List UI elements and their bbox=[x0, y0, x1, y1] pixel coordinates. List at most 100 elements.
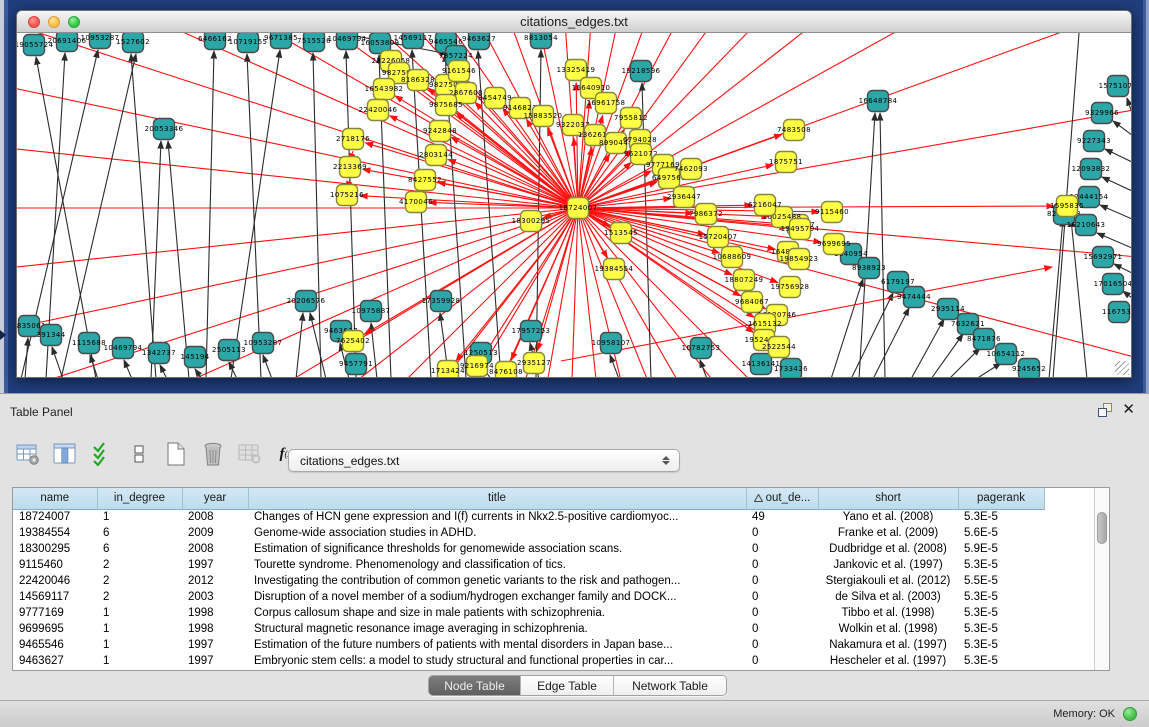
network-node-selected[interactable]: 9115460 bbox=[815, 202, 849, 223]
table-row[interactable]: 911546021997Tourette syndrome. Phenomeno… bbox=[13, 557, 1044, 573]
table-cell[interactable]: 5.3E-5 bbox=[958, 589, 1044, 605]
show-columns-icon[interactable] bbox=[51, 440, 79, 468]
network-edge[interactable] bbox=[1114, 264, 1131, 273]
network-edge[interactable] bbox=[1097, 233, 1131, 248]
table-cell[interactable]: 1997 bbox=[182, 653, 248, 669]
table-cell[interactable]: Disruption of a novel member of a sodium… bbox=[248, 589, 746, 605]
table-cell[interactable]: 22420046 bbox=[13, 573, 97, 589]
network-edge[interactable] bbox=[151, 141, 161, 377]
network-edge[interactable] bbox=[124, 360, 132, 377]
network-node[interactable]: 8813054 bbox=[524, 33, 558, 49]
table-cell[interactable]: Stergiakouli et al. (2012) bbox=[818, 573, 958, 589]
table-row[interactable]: 1938455462009Genome-wide association stu… bbox=[13, 525, 1044, 541]
network-edge[interactable] bbox=[52, 347, 63, 377]
table-row[interactable]: 2242004622012Investigating the contribut… bbox=[13, 573, 1044, 589]
table-settings-icon[interactable] bbox=[14, 440, 42, 468]
table-cell[interactable]: 1997 bbox=[182, 637, 248, 653]
table-cell[interactable]: 18724007 bbox=[13, 509, 97, 525]
network-node[interactable]: 9245652 bbox=[1012, 359, 1046, 378]
table-cell[interactable]: 9777169 bbox=[13, 605, 97, 621]
table-selector-dropdown[interactable]: citations_edges.txt bbox=[288, 449, 680, 472]
network-edge[interactable] bbox=[1049, 219, 1063, 377]
network-node[interactable]: 145194 bbox=[180, 347, 209, 368]
network-node[interactable]: 9671385 bbox=[264, 33, 298, 49]
table-cell[interactable]: 2003 bbox=[182, 589, 248, 605]
network-edge[interactable] bbox=[61, 54, 136, 377]
memory-status-indicator[interactable] bbox=[1123, 707, 1137, 721]
table-cell[interactable]: Embryonic stem cells: a model to study s… bbox=[248, 653, 746, 669]
network-node-selected[interactable]: 1075216 bbox=[330, 185, 364, 206]
table-cell[interactable]: Estimation of significance thresholds fo… bbox=[248, 541, 746, 557]
unselect-all-icon[interactable] bbox=[125, 440, 153, 468]
network-edge[interactable] bbox=[1071, 219, 1087, 377]
table-cell[interactable]: 9463627 bbox=[13, 653, 97, 669]
network-node-selected[interactable]: 2936447 bbox=[667, 187, 701, 208]
table-cell[interactable]: 5.3E-5 bbox=[958, 653, 1044, 669]
table-row[interactable]: 977716911998Corpus callosum shape and si… bbox=[13, 605, 1044, 621]
network-node[interactable]: 20053346 bbox=[145, 119, 184, 140]
network-edge[interactable] bbox=[131, 54, 156, 377]
table-cell[interactable]: 0 bbox=[746, 605, 818, 621]
table-cell[interactable]: Franke et al. (2009) bbox=[818, 525, 958, 541]
network-node[interactable]: 10953287 bbox=[81, 33, 120, 49]
table-cell[interactable]: 0 bbox=[746, 637, 818, 653]
table-cell[interactable]: 5.6E-5 bbox=[958, 525, 1044, 541]
table-cell[interactable]: 2 bbox=[97, 557, 182, 573]
new-table-icon[interactable] bbox=[162, 440, 190, 468]
network-node[interactable]: 10469794 bbox=[104, 338, 143, 359]
table-cell[interactable]: 5.3E-5 bbox=[958, 637, 1044, 653]
network-node[interactable]: 9329966 bbox=[1085, 103, 1119, 124]
table-cell[interactable]: 9465546 bbox=[13, 637, 97, 653]
table-cell[interactable]: 2012 bbox=[182, 573, 248, 589]
network-edge[interactable] bbox=[1113, 121, 1131, 135]
network-node[interactable]: 16782753 bbox=[682, 338, 721, 359]
network-node[interactable]: 391344 bbox=[36, 325, 65, 346]
network-node[interactable]: 9457791 bbox=[339, 354, 373, 375]
table-cell[interactable]: 1997 bbox=[182, 557, 248, 573]
table-cell[interactable]: 5.3E-5 bbox=[958, 621, 1044, 637]
table-cell[interactable]: Wolkin et al. (1998) bbox=[818, 621, 958, 637]
network-edge[interactable] bbox=[168, 141, 189, 377]
column-header-name[interactable]: name bbox=[13, 488, 97, 509]
network-edge[interactable] bbox=[831, 279, 863, 377]
table-cell[interactable]: Jankovic et al. (1997) bbox=[818, 557, 958, 573]
network-edge[interactable] bbox=[1100, 205, 1131, 219]
table-cell[interactable]: 1 bbox=[97, 605, 182, 621]
table-row[interactable]: 1830029562008Estimation of significance … bbox=[13, 541, 1044, 557]
table-cell[interactable]: 2008 bbox=[182, 541, 248, 557]
float-panel-icon[interactable] bbox=[1098, 403, 1112, 417]
table-cell[interactable]: 0 bbox=[746, 653, 818, 669]
network-node[interactable]: 9463627 bbox=[462, 33, 496, 50]
table-cell[interactable]: Nakamura et al. (1997) bbox=[818, 637, 958, 653]
column-header-in_degree[interactable]: in_degree bbox=[97, 488, 182, 509]
table-cell[interactable]: Corpus callosum shape and size in male p… bbox=[248, 605, 746, 621]
table-row[interactable]: 946362711997Embryonic stem cells: a mode… bbox=[13, 653, 1044, 669]
network-canvas[interactable]: 1905572420691406109532871527602646616210… bbox=[17, 33, 1131, 377]
network-edge[interactable] bbox=[231, 50, 280, 377]
network-node-selected[interactable]: 18807249 bbox=[725, 270, 764, 291]
table-cell[interactable]: 9699695 bbox=[13, 621, 97, 637]
network-node-selected[interactable]: 7483508 bbox=[777, 120, 811, 141]
network-edge[interactable] bbox=[851, 293, 893, 377]
table-cell[interactable]: 0 bbox=[746, 573, 818, 589]
table-cell[interactable]: 1 bbox=[97, 621, 182, 637]
table-row[interactable]: 1456911722003Disruption of a novel membe… bbox=[13, 589, 1044, 605]
network-edge[interactable] bbox=[296, 313, 303, 377]
table-cell[interactable]: Changes of HCN gene expression and I(f) … bbox=[248, 509, 746, 525]
table-cell[interactable]: 5.5E-5 bbox=[958, 573, 1044, 589]
network-edge[interactable] bbox=[25, 338, 28, 377]
table-cell[interactable]: Genome-wide association studies in ADHD. bbox=[248, 525, 746, 541]
table-scrollbar[interactable] bbox=[1094, 488, 1109, 670]
table-cell[interactable]: 0 bbox=[746, 589, 818, 605]
network-node[interactable]: 1342737 bbox=[142, 343, 176, 364]
network-edge[interactable] bbox=[873, 308, 909, 377]
network-edge[interactable] bbox=[1105, 149, 1131, 162]
table-cell[interactable]: 0 bbox=[746, 541, 818, 557]
table-cell[interactable]: 5.9E-5 bbox=[958, 541, 1044, 557]
network-edge[interactable] bbox=[859, 113, 875, 377]
network-edge[interactable] bbox=[976, 363, 1001, 377]
delete-table-icon[interactable] bbox=[236, 440, 264, 468]
network-edge[interactable] bbox=[456, 208, 578, 361]
network-node[interactable]: 15751074 bbox=[1099, 76, 1131, 97]
column-header-out_de[interactable]: out_de... bbox=[746, 488, 818, 509]
